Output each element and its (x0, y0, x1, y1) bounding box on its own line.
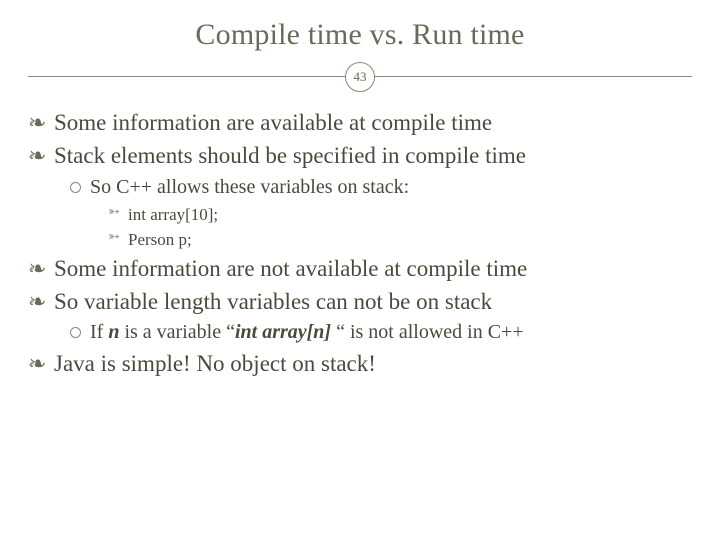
page-number: 43 (354, 69, 367, 85)
bullet-text: So variable length variables can not be … (54, 289, 492, 314)
bullet-subsubitem: Person p; (106, 228, 692, 252)
content-area: Some information are available at compil… (28, 108, 692, 380)
bullet-item: Some information are not available at co… (28, 254, 692, 285)
bullet-text: Stack elements should be specified in co… (54, 143, 526, 168)
bullet-item: Java is simple! No object on stack! (28, 349, 692, 380)
bullet-text: Some information are not available at co… (54, 256, 527, 281)
bullet-text: So C++ allows these variables on stack: (90, 176, 409, 198)
bullet-text: Person p; (128, 230, 192, 249)
bullet-subitem: So C++ allows these variables on stack: … (66, 174, 692, 252)
bullet-item: Some information are available at compil… (28, 108, 692, 139)
bullet-text-em: int array[n] (235, 321, 331, 343)
page-number-badge: 43 (345, 62, 375, 92)
bullet-text: Java is simple! No object on stack! (54, 351, 376, 376)
bullet-text-em: n (108, 321, 119, 343)
bullet-subitem: If n is a variable “int array[n] “ is no… (66, 319, 692, 347)
bullet-sublist: So C++ allows these variables on stack: … (66, 174, 692, 252)
bullet-text: Some information are available at compil… (54, 110, 492, 135)
bullet-subsublist: int array[10]; Person p; (106, 203, 692, 252)
bullet-text-part: is a variable “ (119, 321, 235, 343)
bullet-text-part: “ is not allowed in C++ (331, 321, 524, 343)
bullet-item: So variable length variables can not be … (28, 287, 692, 347)
bullet-text: int array[10]; (128, 205, 218, 224)
bullet-text-part: If (90, 321, 108, 343)
bullet-list: Some information are available at compil… (28, 108, 692, 380)
title-rule: 43 (28, 62, 692, 94)
slide: Compile time vs. Run time 43 Some inform… (0, 0, 720, 540)
slide-title: Compile time vs. Run time (28, 18, 692, 52)
bullet-item: Stack elements should be specified in co… (28, 141, 692, 252)
bullet-subsubitem: int array[10]; (106, 203, 692, 227)
bullet-sublist: If n is a variable “int array[n] “ is no… (66, 319, 692, 347)
